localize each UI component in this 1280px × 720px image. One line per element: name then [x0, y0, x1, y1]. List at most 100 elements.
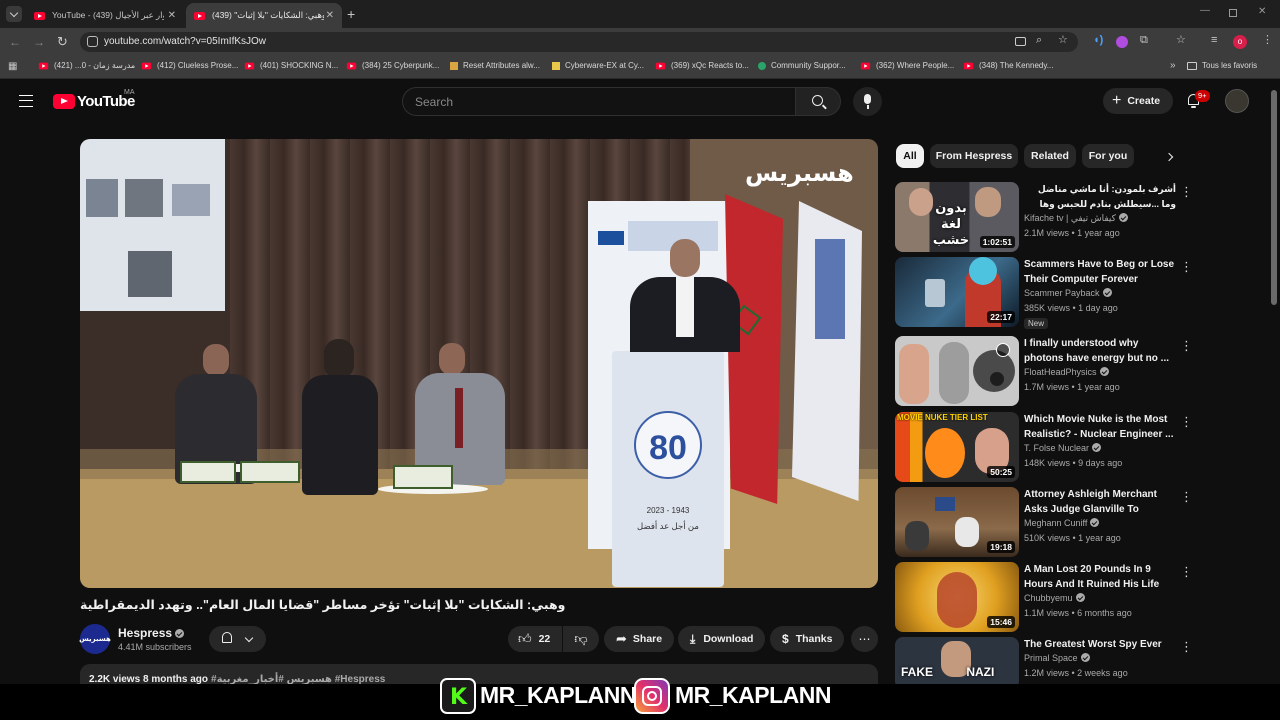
channel-name[interactable]: Meghann Cuniff — [1024, 518, 1100, 528]
filter-chip-related[interactable]: Related — [1024, 144, 1076, 168]
more-options-icon[interactable]: ⋮ — [1180, 184, 1193, 200]
more-options-icon[interactable]: ⋮ — [1180, 639, 1193, 655]
browser-tab[interactable]: YouTube - حوار عبر الأجيال (439) ✕ — [26, 3, 184, 28]
more-options-icon[interactable]: ⋮ — [1180, 338, 1193, 354]
recommended-video[interactable]: 22:17 Scammers Have to Beg or Lose Their… — [894, 257, 1194, 329]
recommended-video[interactable]: 15:46 A Man Lost 20 Pounds In 9 Hours An… — [894, 562, 1194, 634]
projection-screen — [80, 139, 225, 311]
more-options-icon[interactable]: ⋮ — [1180, 564, 1193, 580]
download-button[interactable]: ⤓ Download — [678, 626, 766, 652]
more-options-icon[interactable]: ⋮ — [1180, 414, 1193, 430]
new-tab-icon[interactable]: + — [347, 7, 355, 21]
video-thumbnail[interactable]: 22:17 — [895, 257, 1019, 327]
dislike-button[interactable]: 👎︎ — [563, 626, 599, 652]
video-thumbnail[interactable]: بدون لغة خشب 1:02:51 — [895, 182, 1019, 252]
browser-tab-active[interactable]: وهبي: الشكايات "بلا إثبات" (439) ✕ — [186, 3, 342, 28]
bookmark-item[interactable]: مدرسة زمان - 0... (421) — [38, 61, 135, 70]
account-avatar[interactable] — [1225, 89, 1249, 113]
more-options-icon[interactable]: ⋮ — [1180, 259, 1193, 275]
youtube-icon — [141, 62, 152, 69]
recommended-video[interactable]: بدون لغة خشب 1:02:51 أشرف بلمودن: أنا ما… — [894, 182, 1194, 254]
all-bookmarks[interactable]: Tous les favoris — [1202, 61, 1257, 70]
video-player[interactable]: 80 2023 - 1943 من أجل عد أفضل هسبريس — [80, 139, 878, 588]
bookmark-item[interactable]: (412) Clueless Prose... — [141, 61, 238, 70]
search-input[interactable]: Search — [402, 87, 795, 116]
channel-name[interactable]: Kifache tv | كيفاش تيفي — [1024, 213, 1128, 224]
video-thumbnail[interactable]: 19:18 — [895, 487, 1019, 557]
search-button[interactable] — [795, 87, 841, 116]
channel-name[interactable]: Scammer Payback — [1024, 288, 1112, 298]
install-app-icon[interactable] — [1015, 37, 1026, 46]
filter-chip-for-you[interactable]: For you — [1082, 144, 1134, 168]
url-text[interactable]: youtube.com/watch?v=05ImIfKsJOw — [104, 36, 266, 47]
microphone-icon — [864, 94, 871, 104]
more-actions-button[interactable]: ⋯ — [851, 626, 878, 652]
recommended-video[interactable]: 19:18 Attorney Ashleigh Merchant Asks Ju… — [894, 487, 1194, 559]
youtube-icon — [655, 62, 666, 69]
bookmark-item[interactable]: (348) The Kennedy... — [963, 61, 1053, 70]
extension-2-icon[interactable] — [1116, 36, 1128, 48]
more-bookmarks-icon[interactable]: » — [1170, 61, 1176, 71]
close-tab-icon[interactable]: ✕ — [168, 10, 176, 21]
reading-list-icon[interactable]: ≡ — [1211, 35, 1217, 46]
channel-name[interactable]: T. Folse Nuclear — [1024, 443, 1102, 453]
forward-icon[interactable]: → — [33, 36, 45, 48]
recommended-video[interactable]: I finally understood why photons have en… — [894, 336, 1194, 408]
video-thumbnail[interactable]: FAKE NAZI — [895, 637, 1019, 689]
bookmark-item[interactable]: (384) 25 Cyberpunk... — [346, 61, 439, 70]
close-window-icon[interactable]: ✕ — [1258, 7, 1266, 17]
bookmark-star-icon[interactable]: ☆ — [1058, 35, 1068, 46]
close-tab-icon[interactable]: ✕ — [326, 10, 334, 21]
bookmark-item[interactable]: Community Suppor... — [758, 61, 846, 70]
channel-name[interactable]: Hespress — [118, 626, 185, 640]
video-duration: 15:46 — [987, 616, 1015, 628]
thanks-button[interactable]: $ Thanks — [770, 626, 845, 652]
back-icon[interactable]: ← — [9, 36, 21, 48]
site-info-icon[interactable] — [87, 36, 98, 47]
like-button[interactable]: 👍︎ 22 — [508, 626, 562, 652]
channel-name[interactable]: Primal Space — [1024, 653, 1090, 663]
bookmark-item[interactable]: Cyberware-EX at Cy... — [552, 61, 644, 70]
voice-search-button[interactable] — [853, 87, 882, 116]
bookmark-item[interactable]: (401) SHOCKING N... — [244, 61, 338, 70]
minimize-window-icon[interactable]: — — [1200, 6, 1210, 16]
share-button[interactable]: ➦ Share — [604, 626, 675, 652]
bookmark-item[interactable]: (362) Where People... — [860, 61, 954, 70]
filter-chip-all[interactable]: All — [896, 144, 924, 168]
restore-window-icon[interactable] — [1229, 9, 1237, 17]
more-options-icon[interactable]: ⋮ — [1180, 489, 1193, 505]
all-bookmarks-folder-icon[interactable] — [1187, 62, 1197, 70]
bookmark-item[interactable]: (369) xQc Reacts to... — [655, 61, 749, 70]
filter-next-icon[interactable] — [1164, 152, 1174, 162]
channel-name[interactable]: FloatHeadPhysics — [1024, 367, 1109, 377]
video-meta: 1.1M views • 6 months ago — [1024, 608, 1132, 618]
youtube-logo[interactable]: YouTube — [53, 93, 135, 110]
recommended-video[interactable]: MOVIE NUKE TIER LIST 50:25 Which Movie N… — [894, 412, 1194, 484]
filter-chip-from-hespress[interactable]: From Hespress — [930, 144, 1018, 168]
video-duration: 1:02:51 — [979, 236, 1015, 248]
video-thumbnail[interactable] — [895, 336, 1019, 406]
channel-name[interactable]: Chubbyemu — [1024, 593, 1085, 603]
notification-bell-button[interactable] — [209, 626, 266, 652]
extensions-puzzle-icon[interactable]: ⧉ — [1140, 35, 1148, 46]
video-thumbnail[interactable]: 15:46 — [895, 562, 1019, 632]
channel-avatar[interactable]: هسبريس — [79, 624, 111, 654]
youtube-icon — [38, 62, 49, 69]
reload-icon[interactable]: ↻ — [57, 35, 68, 48]
page-icon — [552, 61, 560, 70]
guide-menu-icon[interactable] — [19, 95, 33, 107]
bookmarks-icon[interactable]: ☆ — [1176, 35, 1186, 46]
create-button[interactable]: + Create — [1103, 88, 1173, 114]
video-title: أشرف بلمودن: أنا ماشي مناضل وما ...سيطلش… — [1037, 184, 1176, 209]
bookmark-item[interactable]: Reset Attributes alw... — [450, 61, 540, 70]
video-meta: 510K views • 1 year ago — [1024, 533, 1121, 543]
profile-avatar-icon[interactable]: o — [1233, 35, 1247, 49]
apps-grid-icon[interactable]: ▦ — [8, 62, 17, 72]
video-duration: 19:18 — [987, 541, 1015, 553]
browser-menu-icon[interactable]: ⋮ — [1262, 35, 1273, 46]
video-thumbnail[interactable]: MOVIE NUKE TIER LIST 50:25 — [895, 412, 1019, 482]
verified-icon — [1080, 653, 1090, 662]
extension-1-icon[interactable]: ◖) — [1093, 35, 1103, 46]
page-scrollbar[interactable] — [1271, 90, 1277, 305]
zoom-icon[interactable]: ⌕ — [1036, 35, 1042, 46]
